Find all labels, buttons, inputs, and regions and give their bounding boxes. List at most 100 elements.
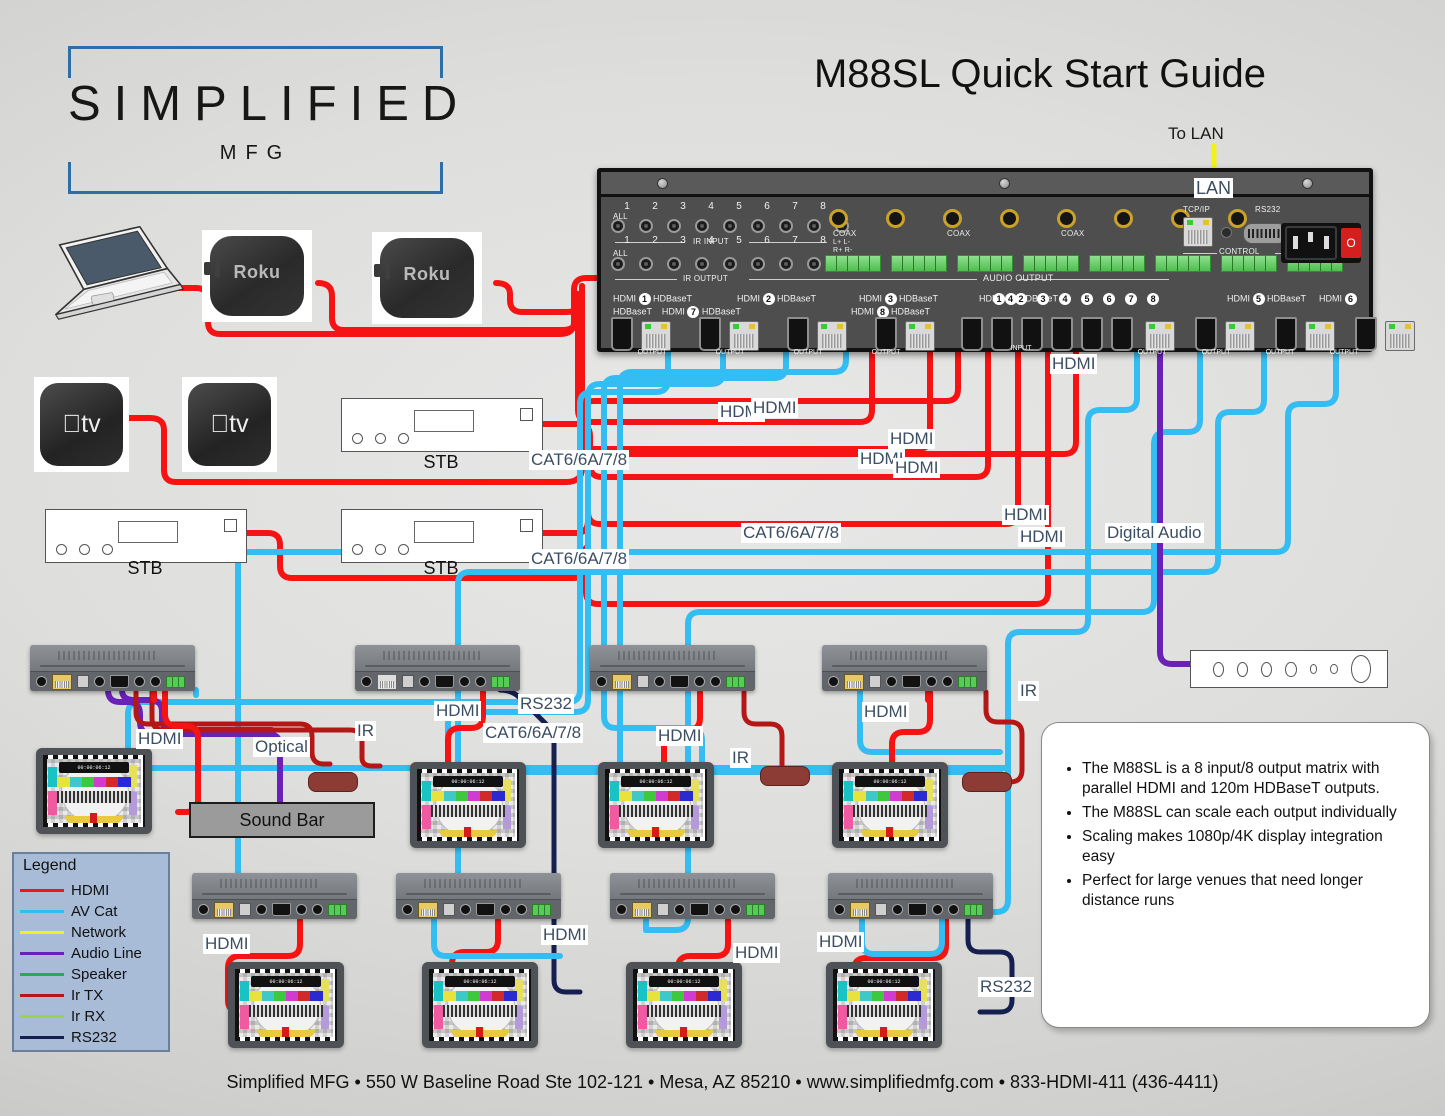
ir-output-jack-6[interactable] — [779, 257, 793, 271]
dc-power-jack[interactable] — [36, 676, 47, 687]
hdmi-port[interactable] — [670, 675, 689, 688]
ir-rx-jack[interactable] — [710, 676, 721, 687]
rs232-terminal[interactable] — [532, 903, 551, 916]
hdbaset-out-port-5[interactable] — [1145, 321, 1175, 351]
ir-rx-jack[interactable] — [312, 904, 323, 915]
audio-terminal-2[interactable] — [891, 255, 947, 272]
lan-port[interactable] — [1183, 217, 1213, 247]
ir-jack[interactable] — [94, 676, 105, 687]
rs232-terminal[interactable] — [491, 675, 510, 688]
ir-input-jack-4[interactable] — [723, 219, 737, 233]
ir-output-jack-7[interactable] — [807, 257, 821, 271]
rs232-terminal[interactable] — [166, 675, 185, 688]
audio-terminal-6[interactable] — [1155, 255, 1211, 272]
optical-port[interactable] — [443, 903, 455, 916]
ir-output-jack-2[interactable] — [667, 257, 681, 271]
hdbaset-out-port-6[interactable] — [1225, 321, 1255, 351]
ir-input-jack-5[interactable] — [751, 219, 765, 233]
rs232-terminal[interactable] — [328, 903, 347, 916]
ir-tx-jack[interactable] — [500, 904, 511, 915]
ir-rx-jack[interactable] — [730, 904, 741, 915]
coax-jack-3[interactable] — [943, 209, 962, 228]
hdmi-in-port-5[interactable] — [1081, 317, 1103, 351]
audio-terminal-7[interactable] — [1221, 255, 1277, 272]
hdmi-in-port-7[interactable] — [1195, 317, 1217, 351]
hdmi-in-port-4[interactable] — [1051, 317, 1073, 351]
ir-input-jack-6[interactable] — [779, 219, 793, 233]
ir-tx-jack[interactable] — [714, 904, 725, 915]
optical-port[interactable] — [875, 903, 887, 916]
iec-power-inlet[interactable] — [1285, 226, 1337, 260]
ir-jack[interactable] — [892, 904, 903, 915]
dc-power-jack[interactable] — [596, 676, 607, 687]
ir-output-jack-5[interactable] — [751, 257, 765, 271]
ir-tx-jack[interactable] — [459, 676, 470, 687]
hdbaset-out-port-7[interactable] — [1305, 321, 1335, 351]
coax-jack-2[interactable] — [886, 209, 905, 228]
audio-terminal-4[interactable] — [1023, 255, 1079, 272]
hdmi-out-port-1[interactable] — [611, 317, 633, 351]
optical-port[interactable] — [402, 675, 414, 688]
coax-jack-1[interactable] — [829, 209, 848, 228]
dc-power-jack[interactable] — [616, 904, 627, 915]
ir-jack[interactable] — [654, 676, 665, 687]
dc-power-jack[interactable] — [834, 904, 845, 915]
ir-jack[interactable] — [419, 676, 430, 687]
ir-output-jack-4[interactable] — [723, 257, 737, 271]
ir-rx-jack[interactable] — [948, 904, 959, 915]
rj45-port[interactable] — [844, 673, 864, 690]
hdbaset-out-port-1[interactable] — [641, 321, 671, 351]
ir-tx-jack[interactable] — [296, 904, 307, 915]
hdmi-in-port-1[interactable] — [961, 317, 983, 351]
hdmi-out-port-4[interactable] — [875, 317, 897, 351]
audio-terminal-1[interactable] — [825, 255, 881, 272]
ir-rx-jack[interactable] — [150, 676, 161, 687]
hdmi-out-port-3[interactable] — [787, 317, 809, 351]
hdmi-port[interactable] — [908, 903, 927, 916]
rj45-port[interactable] — [418, 901, 438, 918]
hdbaset-out-port-4[interactable] — [905, 321, 935, 351]
ir-input-jack-1[interactable] — [639, 219, 653, 233]
optical-port[interactable] — [869, 675, 881, 688]
rj45-port[interactable] — [850, 901, 870, 918]
dc-power-jack[interactable] — [828, 676, 839, 687]
ir-jack[interactable] — [886, 676, 897, 687]
ir-tx-jack[interactable] — [694, 676, 705, 687]
rs232-terminal[interactable] — [958, 675, 977, 688]
coax-jack-5[interactable] — [1057, 209, 1076, 228]
dc-power-jack[interactable] — [198, 904, 209, 915]
rj45-port[interactable] — [377, 673, 397, 690]
hdmi-port[interactable] — [902, 675, 921, 688]
hdmi-out-port-6[interactable] — [1355, 317, 1377, 351]
coax-jack-6[interactable] — [1114, 209, 1133, 228]
ir-tx-jack[interactable] — [932, 904, 943, 915]
hdbaset-out-port-3[interactable] — [817, 321, 847, 351]
audio-terminal-3[interactable] — [957, 255, 1013, 272]
hdmi-port[interactable] — [690, 903, 709, 916]
volume-knob[interactable] — [1350, 655, 1371, 683]
optical-port[interactable] — [637, 675, 649, 688]
hdmi-in-port-6[interactable] — [1111, 317, 1133, 351]
audio-terminal-5[interactable] — [1089, 255, 1145, 272]
rj45-port[interactable] — [632, 901, 652, 918]
ir-input-jack-all[interactable] — [611, 219, 625, 233]
hdmi-out-port-2[interactable] — [699, 317, 721, 351]
ir-tx-jack[interactable] — [134, 676, 145, 687]
rj45-port[interactable] — [214, 901, 234, 918]
ir-input-jack-3[interactable] — [695, 219, 709, 233]
rs232-terminal[interactable] — [746, 903, 765, 916]
hdmi-out-port-5[interactable] — [1275, 317, 1297, 351]
rj45-port[interactable] — [612, 673, 632, 690]
hdbaset-out-port-2[interactable] — [729, 321, 759, 351]
ir-jack[interactable] — [256, 904, 267, 915]
ir-tx-jack[interactable] — [926, 676, 937, 687]
rs232-terminal[interactable] — [726, 675, 745, 688]
optical-port[interactable] — [657, 903, 669, 916]
ir-output-jack-1[interactable] — [639, 257, 653, 271]
dc-power-jack[interactable] — [402, 904, 413, 915]
ir-rx-jack[interactable] — [475, 676, 486, 687]
coax-jack-8[interactable] — [1228, 209, 1247, 228]
rs232-terminal[interactable] — [964, 903, 983, 916]
hdmi-port[interactable] — [110, 675, 129, 688]
ir-jack[interactable] — [460, 904, 471, 915]
